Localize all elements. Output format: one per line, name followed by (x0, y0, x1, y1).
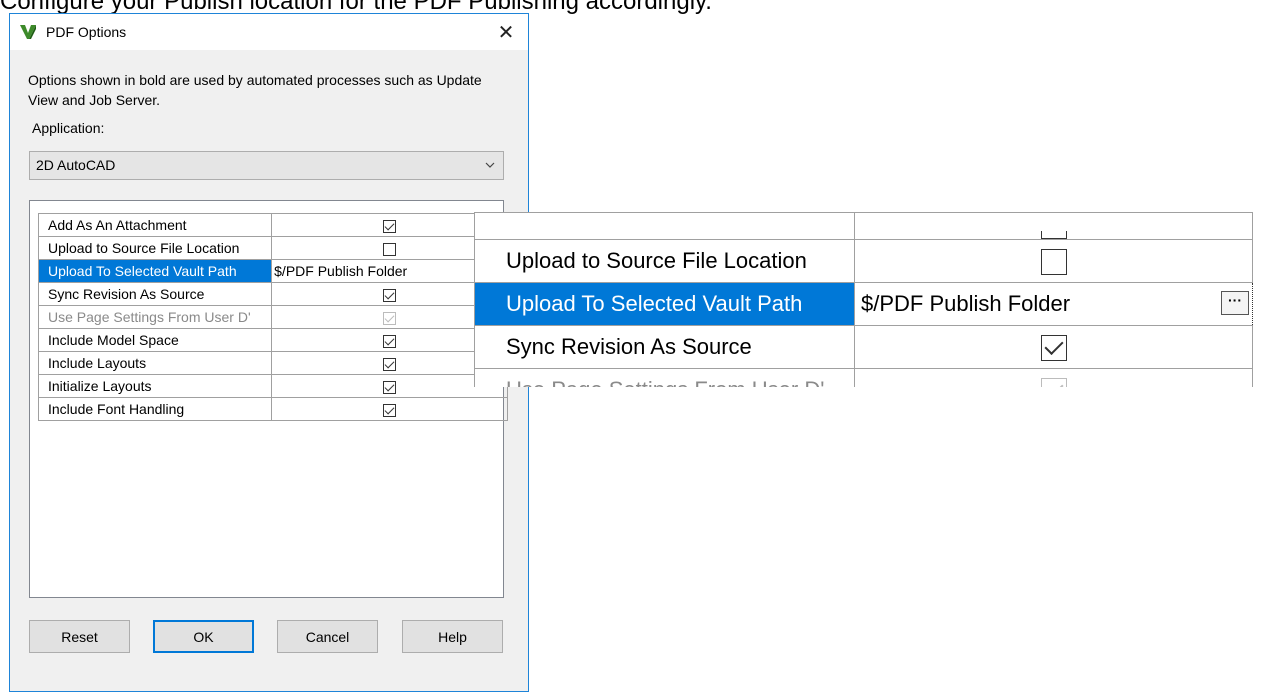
vault-path-field[interactable]: $/PDF Publish Folder (271, 259, 508, 283)
property-value[interactable] (271, 305, 508, 329)
zoom-property-name: Sync Revision As Source (474, 325, 855, 369)
dialog-description: Options shown in bold are used by automa… (28, 72, 482, 108)
property-value[interactable] (271, 213, 508, 237)
property-name: Include Layouts (37, 351, 273, 375)
zoom-row: Upload To Selected Vault Path $/PDF Publi… (474, 282, 1253, 326)
property-value[interactable] (271, 351, 508, 375)
zoom-checkbox (1040, 377, 1067, 387)
property-value[interactable] (271, 374, 508, 398)
zoom-row-partial (474, 212, 1253, 240)
zoom-vault-path-field: $/PDF Publish Folder ··· (854, 282, 1253, 326)
zoom-vault-path-value: $/PDF Publish Folder (861, 291, 1071, 316)
zoomed-property-table: Upload to Source File Location Upload To … (474, 212, 1253, 387)
zoom-property-value (854, 239, 1253, 283)
checkbox[interactable] (383, 242, 397, 256)
checkbox[interactable] (383, 288, 397, 302)
checkbox[interactable] (383, 357, 397, 371)
checkbox[interactable] (383, 403, 397, 417)
property-row[interactable]: Include Model Space (37, 328, 508, 352)
pdf-options-dialog: PDF Options ✕ Options shown in bold are … (9, 13, 529, 692)
checkbox (383, 311, 397, 325)
property-value[interactable] (271, 328, 508, 352)
property-table: Add As An Attachment Upload to Source Fil… (37, 213, 508, 421)
application-label: Application: (32, 120, 105, 136)
zoomed-inset: Upload to Source File Location Upload To … (474, 212, 1255, 387)
property-value[interactable] (271, 236, 508, 260)
dialog-title: PDF Options (46, 24, 127, 40)
help-button[interactable]: Help (402, 620, 503, 653)
chevron-down-icon (485, 152, 495, 189)
property-row[interactable]: Use Page Settings From User D' (37, 305, 508, 329)
property-row[interactable]: Upload to Source File Location (37, 236, 508, 260)
zoom-property-value (854, 368, 1253, 387)
property-row[interactable]: Initialize Layouts (37, 374, 508, 398)
property-row[interactable]: Add As An Attachment (37, 213, 508, 237)
checkbox[interactable] (383, 380, 397, 394)
property-name: Upload to Source File Location (37, 236, 273, 260)
property-name: Add As An Attachment (37, 213, 273, 237)
vault-logo-icon (20, 25, 36, 39)
close-button[interactable]: ✕ (484, 14, 528, 50)
ok-button[interactable]: OK (153, 620, 254, 653)
zoom-checkbox (1040, 248, 1067, 275)
instruction-caption: Configure your Publish location for the … (0, 0, 712, 15)
property-row[interactable]: Include Font Handling (37, 397, 508, 421)
zoom-property-name: Upload To Selected Vault Path (474, 282, 855, 326)
property-name: Include Model Space (37, 328, 273, 352)
zoom-row: Sync Revision As Source (474, 325, 1253, 369)
browse-ellipsis-button[interactable]: ··· (1221, 291, 1249, 315)
property-grid[interactable]: Add As An Attachment Upload to Source Fil… (29, 200, 508, 598)
property-name: Sync Revision As Source (37, 282, 273, 306)
checkbox[interactable] (383, 219, 397, 233)
property-row[interactable]: Sync Revision As Source (37, 282, 508, 306)
zoom-property-name: Use Page Settings From User D' (474, 368, 855, 387)
application-select[interactable]: 2D AutoCAD (29, 151, 504, 180)
title-bar: PDF Options ✕ (10, 14, 528, 50)
property-name: Include Font Handling (37, 397, 273, 421)
reset-button[interactable]: Reset (29, 620, 130, 653)
cancel-button[interactable]: Cancel (277, 620, 378, 653)
zoom-row: Use Page Settings From User D' (474, 368, 1253, 387)
property-value[interactable] (271, 282, 508, 306)
application-select-value: 2D AutoCAD (36, 157, 116, 173)
property-name: Initialize Layouts (37, 374, 273, 398)
zoom-row: Upload to Source File Location (474, 239, 1253, 283)
property-row[interactable]: Upload To Selected Vault Path $/PDF Publi… (37, 259, 508, 283)
close-icon: ✕ (497, 21, 515, 44)
property-row[interactable]: Include Layouts (37, 351, 508, 375)
property-name: Use Page Settings From User D' (37, 305, 273, 329)
property-name: Upload To Selected Vault Path (37, 259, 273, 283)
checkbox[interactable] (383, 334, 397, 348)
zoom-property-value (854, 325, 1253, 369)
zoom-property-name: Upload to Source File Location (474, 239, 855, 283)
zoom-checkbox (1040, 334, 1067, 361)
property-value[interactable] (271, 397, 508, 421)
